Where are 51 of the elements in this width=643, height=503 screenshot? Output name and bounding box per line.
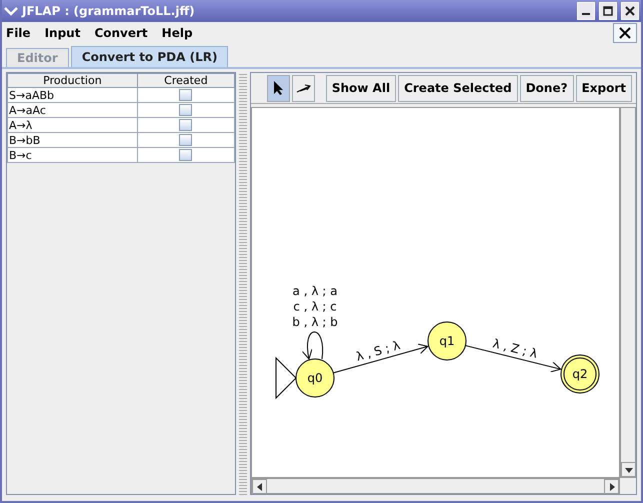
tool-button[interactable] — [267, 74, 290, 102]
close-button[interactable] — [613, 23, 637, 43]
state-node: q2 — [560, 354, 600, 394]
transition-label: c , λ ; c — [293, 300, 337, 314]
scroll-left-button[interactable] — [252, 479, 267, 494]
checkbox[interactable] — [179, 89, 192, 102]
pointer-icon — [272, 80, 285, 96]
table-cell: B→bB — [8, 132, 138, 148]
down-arrow-icon — [624, 466, 632, 474]
scroll-right-button[interactable] — [604, 479, 619, 494]
checkbox[interactable] — [179, 134, 192, 146]
window-title: JFLAP : (grammarToLL.jff) — [22, 4, 196, 18]
column-header: Created — [137, 74, 234, 88]
checkbox[interactable] — [179, 119, 192, 132]
close-icon — [619, 27, 631, 39]
splitter-handle[interactable] — [239, 72, 247, 495]
table-cell: B→c — [8, 148, 138, 162]
arrow-icon — [296, 83, 312, 93]
menu-item[interactable]: Convert — [94, 26, 148, 40]
menu-item[interactable]: Input — [44, 26, 80, 40]
loop-transition-arrow — [302, 332, 324, 360]
state-node: q1 — [428, 322, 466, 360]
table-cell: A→λ — [8, 118, 138, 132]
transition-label: a , λ ; a — [292, 284, 338, 298]
scroll-down-button[interactable] — [621, 462, 636, 477]
column-header: Production — [8, 74, 138, 88]
menu-item[interactable]: File — [6, 26, 31, 40]
chevron-icon[interactable] — [4, 6, 18, 16]
vertical-scrollbar[interactable] — [620, 107, 636, 478]
state-node: q0 — [296, 358, 334, 398]
action-button[interactable]: Create Selected — [398, 74, 518, 102]
action-button[interactable]: Show All — [326, 74, 396, 102]
table-cell: S→aABb — [8, 88, 138, 102]
maximize-icon — [603, 6, 613, 16]
transition-label: λ , Z ; λ — [491, 336, 539, 361]
left-arrow-icon — [256, 482, 264, 490]
tab[interactable]: Convert to PDA (LR) — [70, 46, 228, 67]
menu-item[interactable]: Help — [162, 26, 193, 40]
close-icon — [625, 6, 635, 16]
transition-label: λ , S ; λ — [354, 338, 402, 364]
horizontal-scrollbar[interactable] — [251, 478, 620, 494]
action-button[interactable]: Export — [576, 74, 632, 102]
right-arrow-icon — [608, 482, 616, 490]
minimize-button[interactable] — [577, 2, 595, 20]
table-cell: A→aAc — [8, 102, 138, 118]
checkbox[interactable] — [179, 149, 192, 162]
transition-label: b , λ ; b — [292, 315, 338, 329]
tool-button[interactable] — [292, 74, 316, 102]
maximize-button[interactable] — [599, 2, 617, 20]
action-button[interactable]: Done? — [520, 74, 574, 102]
checkbox[interactable] — [179, 104, 192, 116]
